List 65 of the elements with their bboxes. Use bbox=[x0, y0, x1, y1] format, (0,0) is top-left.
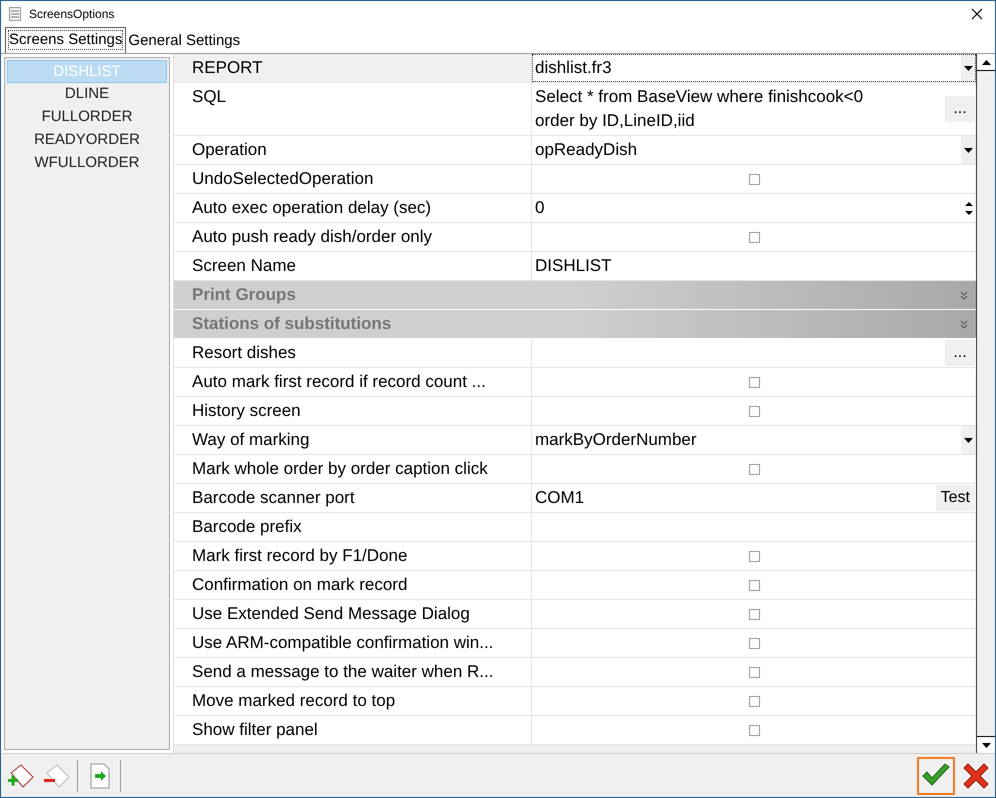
ellipsis-button[interactable]: ... bbox=[945, 96, 975, 122]
up-arrow-icon bbox=[982, 60, 990, 64]
cross-icon[interactable] bbox=[961, 760, 991, 790]
window-title: ScreensOptions bbox=[29, 6, 116, 22]
group-title: Print Groups bbox=[192, 284, 297, 306]
property-label: Show filter panel bbox=[174, 716, 532, 744]
property-label: Use ARM-compatible confirmation win... bbox=[174, 629, 532, 657]
property-value[interactable]: COM1 bbox=[532, 484, 936, 510]
checkbox[interactable] bbox=[749, 406, 760, 417]
property-label: Confirmation on mark record bbox=[174, 571, 532, 599]
dropdown-arrow-icon bbox=[964, 438, 973, 442]
property-label: Way of marking bbox=[174, 426, 532, 454]
check-icon[interactable] bbox=[917, 756, 955, 794]
property-label: Move marked record to top bbox=[174, 687, 532, 715]
property-label: History screen bbox=[174, 397, 532, 425]
dropdown-button[interactable] bbox=[961, 426, 976, 454]
tab[interactable]: General Settings bbox=[126, 29, 242, 53]
checkbox[interactable] bbox=[749, 667, 760, 678]
property-label: UndoSelectedOperation bbox=[174, 165, 532, 193]
property-label: Barcode prefix bbox=[174, 513, 532, 541]
checkbox[interactable] bbox=[749, 696, 760, 707]
double-chevron-icon bbox=[960, 320, 968, 328]
property-label: Screen Name bbox=[174, 252, 532, 280]
ellipsis-button[interactable]: Test bbox=[936, 485, 975, 511]
property-value[interactable]: DISHLIST bbox=[532, 252, 976, 278]
property-label: Mark first record by F1/Done bbox=[174, 542, 532, 570]
down-arrow-icon bbox=[964, 210, 972, 214]
checkbox[interactable] bbox=[749, 638, 760, 649]
checkbox[interactable] bbox=[749, 232, 760, 243]
property-label: Mark whole order by order caption click bbox=[174, 455, 532, 483]
property-label: Auto exec operation delay (sec) bbox=[174, 194, 532, 222]
property-label: Send a message to the waiter when R... bbox=[174, 658, 532, 686]
checkbox[interactable] bbox=[749, 174, 760, 185]
ellipsis-button[interactable]: ... bbox=[945, 340, 975, 366]
checkbox[interactable] bbox=[749, 551, 760, 562]
checkbox[interactable] bbox=[749, 377, 760, 388]
scroll-up-button[interactable] bbox=[977, 54, 995, 71]
dropdown-button[interactable] bbox=[961, 136, 976, 164]
property-label: Auto push ready dish/order only bbox=[174, 223, 532, 251]
scrollbar[interactable] bbox=[976, 54, 995, 753]
property-label: Resort dishes bbox=[174, 339, 532, 367]
close-icon[interactable] bbox=[971, 8, 983, 20]
dropdown-arrow-icon bbox=[964, 148, 973, 152]
screen-list-item[interactable]: WFULLORDER bbox=[7, 152, 167, 175]
down-arrow-icon bbox=[982, 742, 990, 748]
scroll-down-button[interactable] bbox=[977, 736, 995, 753]
property-label: Operation bbox=[174, 136, 532, 164]
checkbox[interactable] bbox=[749, 609, 760, 620]
property-label: Barcode scanner port bbox=[174, 484, 532, 512]
property-label: SQL bbox=[174, 83, 532, 135]
group-title: Stations of substitutions bbox=[192, 313, 392, 336]
double-chevron-icon bbox=[960, 290, 968, 300]
screen-list-item[interactable]: DLINE bbox=[7, 83, 167, 106]
property-label: Auto mark first record if record count ... bbox=[174, 368, 532, 396]
checkbox[interactable] bbox=[749, 725, 760, 736]
tab[interactable]: Screens Settings bbox=[5, 27, 126, 53]
app-icon bbox=[9, 6, 21, 20]
checkbox[interactable] bbox=[749, 580, 760, 591]
property-label: Use Extended Send Message Dialog bbox=[174, 600, 532, 628]
dropdown-arrow-icon bbox=[964, 66, 973, 70]
screen-list-item[interactable]: FULLORDER bbox=[7, 106, 167, 129]
screen-list-item[interactable]: READYORDER bbox=[7, 129, 167, 152]
checkbox[interactable] bbox=[749, 464, 760, 475]
up-arrow-icon bbox=[964, 202, 972, 206]
dropdown-button[interactable] bbox=[961, 54, 976, 82]
